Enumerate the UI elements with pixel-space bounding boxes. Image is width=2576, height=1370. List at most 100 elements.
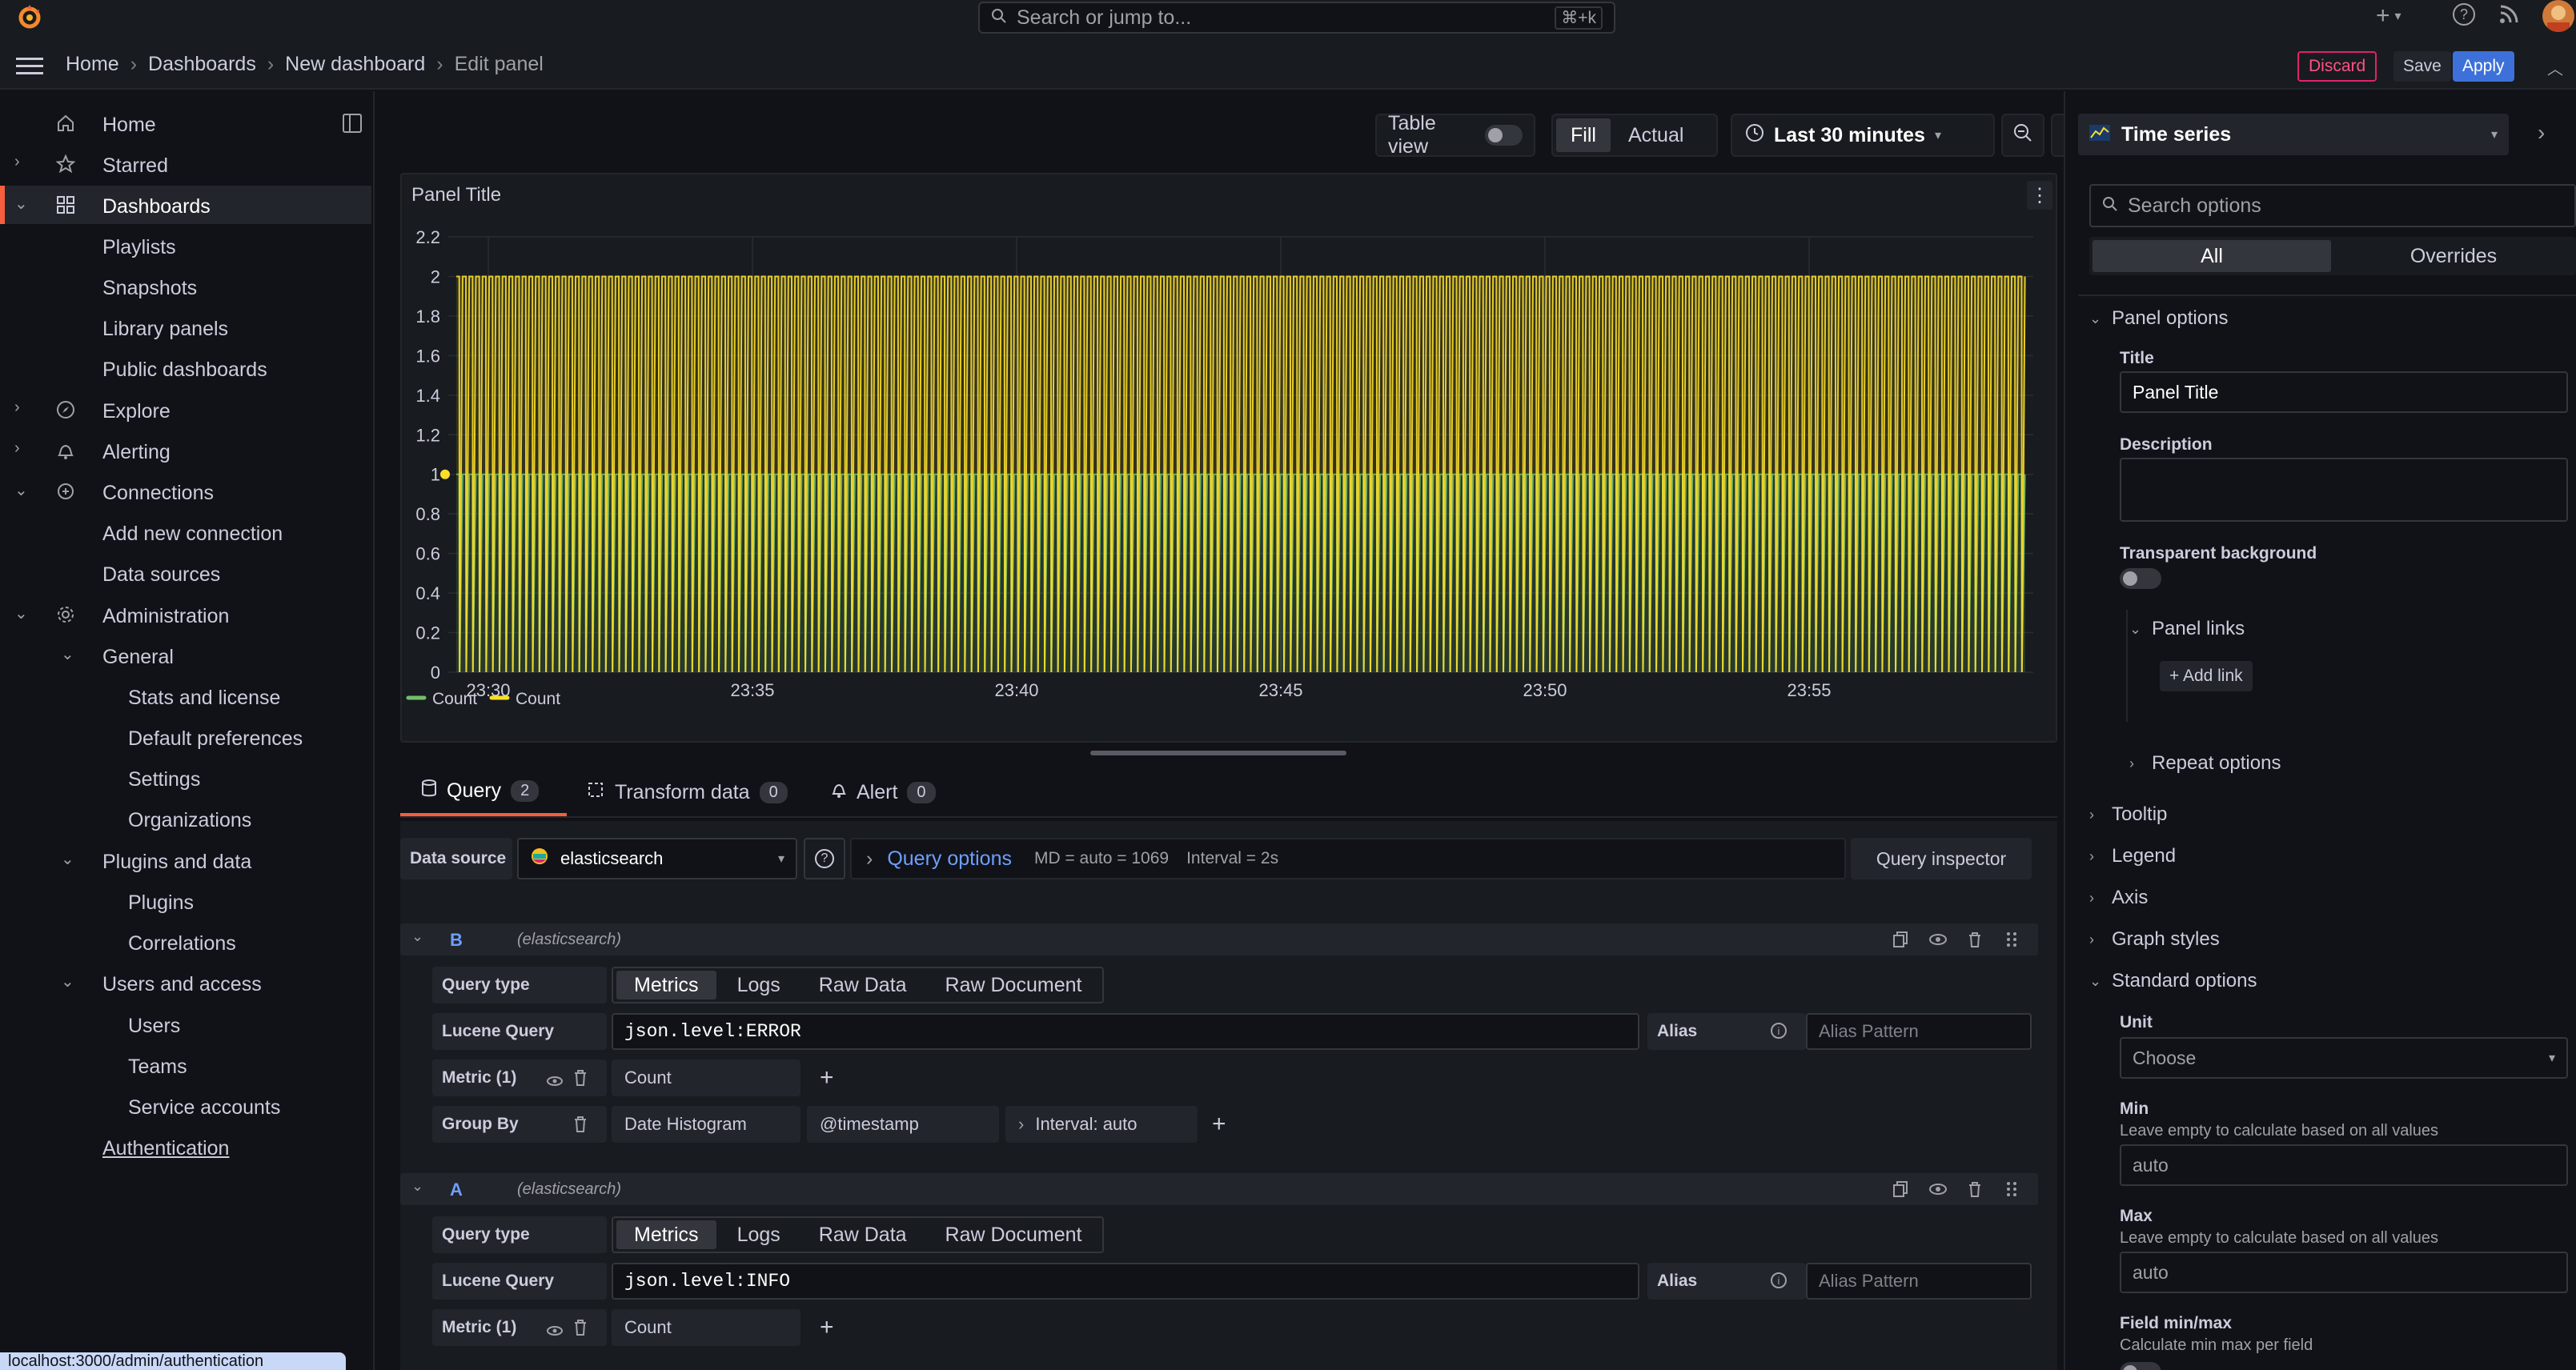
- sidebar-item-users[interactable]: Users: [0, 1005, 371, 1044]
- drag-handle-icon[interactable]: [2003, 931, 2020, 954]
- lucene-query-input[interactable]: json.level:INFO: [612, 1263, 1639, 1300]
- section-graph-styles[interactable]: › Graph styles: [2089, 928, 2220, 951]
- trash-icon[interactable]: [573, 1069, 588, 1092]
- sidebar-item-authentication[interactable]: Authentication: [0, 1128, 371, 1166]
- sidebar-item-settings[interactable]: Settings: [0, 759, 371, 797]
- chevron-down-icon[interactable]: ⌄: [14, 194, 28, 214]
- sidebar-item-add-new-connection[interactable]: Add new connection: [0, 513, 371, 551]
- sidebar-item-explore[interactable]: › Explore: [0, 391, 371, 429]
- close-options-icon[interactable]: ›: [2538, 120, 2545, 146]
- add-metric-icon[interactable]: +: [820, 1064, 834, 1092]
- tab-query[interactable]: Query 2: [400, 768, 567, 816]
- fill-button[interactable]: Fill: [1556, 118, 1611, 152]
- query-type-raw-document[interactable]: Raw Document: [928, 1220, 1100, 1249]
- help-icon[interactable]: ?: [2453, 3, 2475, 26]
- tab-transform[interactable]: Transform data 0: [586, 768, 788, 816]
- query-ref-id[interactable]: B: [450, 930, 463, 951]
- transparent-toggle[interactable]: [2120, 568, 2161, 589]
- section-repeat-options[interactable]: › Repeat options: [2129, 752, 2281, 775]
- actual-button[interactable]: Actual: [1614, 118, 1698, 152]
- tab-overrides[interactable]: Overrides: [2334, 240, 2573, 272]
- eye-icon[interactable]: [546, 1071, 564, 1094]
- datasource-help-icon[interactable]: ?: [804, 838, 845, 879]
- sidebar-item-public-dashboards[interactable]: Public dashboards: [0, 349, 371, 387]
- chevron-right-icon[interactable]: ›: [14, 399, 20, 417]
- section-tooltip[interactable]: › Tooltip: [2089, 803, 2167, 826]
- grafana-logo[interactable]: [14, 2, 45, 32]
- sidebar-item-administration[interactable]: ⌄ Administration: [0, 595, 371, 634]
- sidebar-item-organizations[interactable]: Organizations: [0, 799, 371, 838]
- trash-icon[interactable]: [1966, 1180, 1984, 1204]
- copy-icon[interactable]: [1892, 931, 1910, 954]
- chevron-down-icon[interactable]: ⌄: [61, 971, 74, 991]
- unit-select[interactable]: Choose ▾: [2120, 1037, 2568, 1079]
- breadcrumb-new-dashboard[interactable]: New dashboard: [285, 53, 425, 76]
- discard-button[interactable]: Discard: [2297, 51, 2377, 82]
- collapse-query-icon[interactable]: ⌄: [411, 928, 423, 945]
- datasource-picker[interactable]: elasticsearch ▾: [517, 838, 797, 879]
- drag-handle-icon[interactable]: [2003, 1180, 2020, 1204]
- sidebar-item-teams[interactable]: Teams: [0, 1046, 371, 1084]
- trash-icon[interactable]: [573, 1116, 588, 1139]
- section-standard-options[interactable]: ⌄ Standard options: [2089, 970, 2257, 992]
- alias-input[interactable]: Alias Pattern: [1806, 1013, 2032, 1050]
- save-button[interactable]: Save: [2393, 51, 2451, 82]
- sidebar-item-stats-and-license[interactable]: Stats and license: [0, 677, 371, 715]
- chevron-right-icon[interactable]: ›: [14, 439, 20, 458]
- avatar[interactable]: [2542, 0, 2574, 32]
- query-type-logs[interactable]: Logs: [720, 1220, 798, 1249]
- sidebar-item-dashboards[interactable]: ⌄ Dashboards: [0, 186, 371, 224]
- section-axis[interactable]: › Axis: [2089, 887, 2148, 909]
- sidebar-item-general[interactable]: ⌄ General: [0, 636, 371, 675]
- copy-icon[interactable]: [1892, 1180, 1910, 1204]
- sidebar-item-default-preferences[interactable]: Default preferences: [0, 718, 371, 756]
- min-input[interactable]: auto: [2120, 1144, 2568, 1186]
- collapse-icon[interactable]: ︿: [2547, 56, 2563, 79]
- sidebar-item-snapshots[interactable]: Snapshots: [0, 267, 371, 306]
- menu-toggle-icon[interactable]: [16, 56, 43, 77]
- section-legend[interactable]: › Legend: [2089, 845, 2176, 867]
- table-view-toggle[interactable]: Table view: [1375, 112, 1535, 158]
- query-ref-id[interactable]: A: [450, 1180, 463, 1200]
- lucene-query-input[interactable]: json.level:ERROR: [612, 1013, 1639, 1050]
- title-input[interactable]: Panel Title: [2120, 371, 2568, 413]
- options-search[interactable]: Search options: [2089, 184, 2576, 227]
- query-type-logs[interactable]: Logs: [720, 971, 798, 999]
- chevron-right-icon[interactable]: ›: [14, 153, 20, 171]
- section-panel-links[interactable]: ⌄ Panel links: [2129, 618, 2245, 640]
- panel-menu-icon[interactable]: ⋮: [2027, 181, 2052, 210]
- chevron-down-icon[interactable]: ⌄: [61, 644, 74, 664]
- query-type-raw-document[interactable]: Raw Document: [928, 971, 1100, 999]
- sidebar-item-library-panels[interactable]: Library panels: [0, 308, 371, 347]
- metric-select[interactable]: Count: [612, 1060, 800, 1096]
- group-by-interval[interactable]: › Interval: auto: [1005, 1106, 1198, 1143]
- tab-all[interactable]: All: [2092, 240, 2331, 272]
- query-inspector-button[interactable]: Query inspector: [1851, 838, 2032, 879]
- trash-icon[interactable]: [1966, 931, 1984, 954]
- eye-icon[interactable]: [1929, 1180, 1947, 1204]
- description-input[interactable]: [2120, 458, 2568, 522]
- query-type-metrics[interactable]: Metrics: [616, 971, 716, 999]
- group-by-field[interactable]: @timestamp: [807, 1106, 999, 1143]
- query-options-link[interactable]: Query options: [887, 847, 1012, 871]
- breadcrumb-dashboards[interactable]: Dashboards: [148, 53, 256, 76]
- trash-icon[interactable]: [573, 1319, 588, 1342]
- chevron-down-icon[interactable]: ⌄: [14, 603, 28, 623]
- news-icon[interactable]: [2498, 3, 2520, 26]
- query-options-bar[interactable]: › Query options MD = auto = 1069 Interva…: [850, 838, 1846, 879]
- field-minmax-toggle[interactable]: [2120, 1362, 2161, 1370]
- viz-picker[interactable]: Time series ▾: [2078, 114, 2509, 155]
- sidebar-item-users-and-access[interactable]: ⌄ Users and access: [0, 963, 371, 1002]
- chevron-down-icon[interactable]: ⌄: [14, 480, 28, 500]
- add-group-by-icon[interactable]: +: [1212, 1111, 1226, 1138]
- breadcrumb-home[interactable]: Home: [66, 53, 119, 76]
- eye-icon[interactable]: [1929, 931, 1947, 954]
- query-type-raw-data[interactable]: Raw Data: [801, 971, 925, 999]
- table-view-switch[interactable]: [1484, 125, 1523, 146]
- sidebar-item-service-accounts[interactable]: Service accounts: [0, 1087, 371, 1125]
- sidebar-item-connections[interactable]: ⌄ Connections: [0, 472, 371, 511]
- search-bar[interactable]: Search or jump to... ⌘+k: [978, 2, 1615, 34]
- add-metric-icon[interactable]: +: [820, 1314, 834, 1341]
- metric-select[interactable]: Count: [612, 1309, 800, 1346]
- zoom-out-button[interactable]: [2001, 114, 2044, 157]
